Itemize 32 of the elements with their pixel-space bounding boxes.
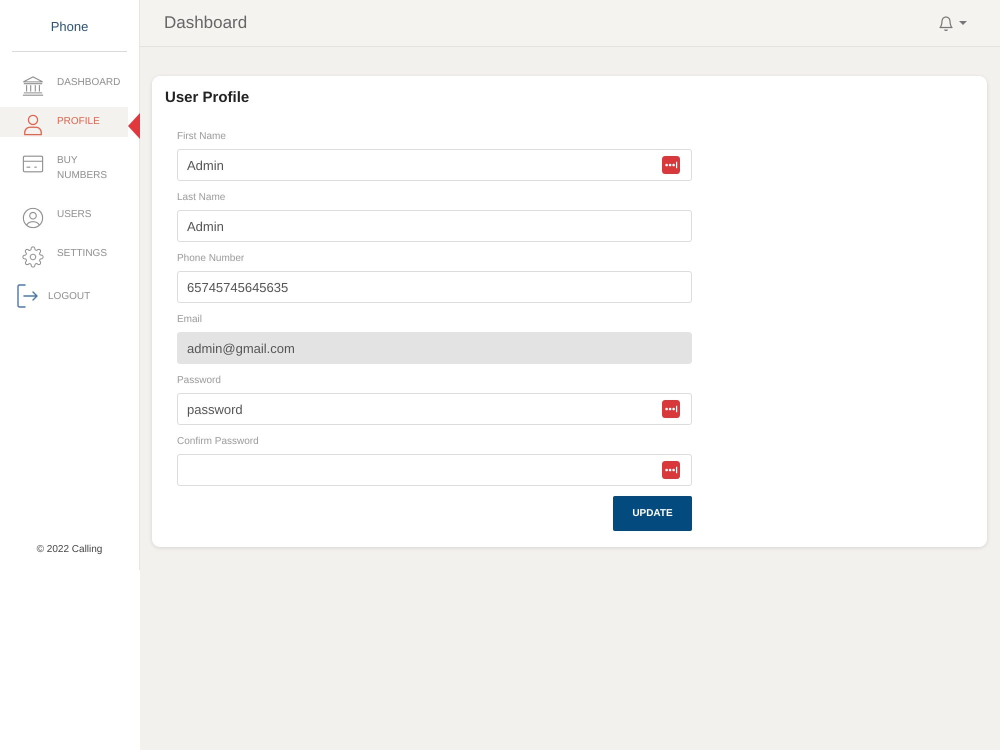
field-label: Phone Number [177, 252, 244, 265]
update-button[interactable]: UPDATE [613, 496, 692, 531]
nav-item[interactable]: SETTINGS [0, 239, 128, 269]
logout-link[interactable]: LOGOUT [0, 278, 90, 314]
input-field[interactable]: password [177, 393, 692, 425]
input-field[interactable]: 65745745645635 [177, 271, 692, 303]
settings-icon [22, 246, 44, 268]
input-field[interactable] [177, 454, 692, 486]
page-title: Dashboard [164, 13, 248, 33]
field-label: Email [177, 313, 202, 326]
bell-icon [939, 15, 953, 31]
field-label: Confirm Password [177, 435, 259, 448]
field-label: Password [177, 374, 221, 387]
nav-item[interactable]: DASHBOARD [0, 68, 128, 98]
card-title: User Profile [165, 89, 250, 107]
input-field[interactable]: Admin [177, 149, 692, 181]
brand-name: Phone [12, 0, 127, 52]
input-field[interactable]: Admin [177, 210, 692, 242]
field-label: First Name [177, 130, 226, 143]
credit-card-icon [22, 153, 44, 175]
field-label: Last Name [177, 191, 226, 204]
user-circle-icon [22, 207, 44, 229]
notifications-dropdown[interactable] [939, 15, 967, 31]
copyright-text: © 2022 Calling [36, 543, 102, 557]
nav-item[interactable]: PROFILE [0, 107, 128, 137]
nav-item[interactable]: USERS [0, 200, 128, 230]
nav-item[interactable]: BUY NUMBERS [0, 146, 128, 191]
caret-icon [959, 21, 967, 25]
building-columns-icon [22, 75, 44, 97]
logout-icon [17, 284, 38, 308]
selection-pointer-icon [128, 113, 140, 139]
user-icon [22, 114, 44, 136]
